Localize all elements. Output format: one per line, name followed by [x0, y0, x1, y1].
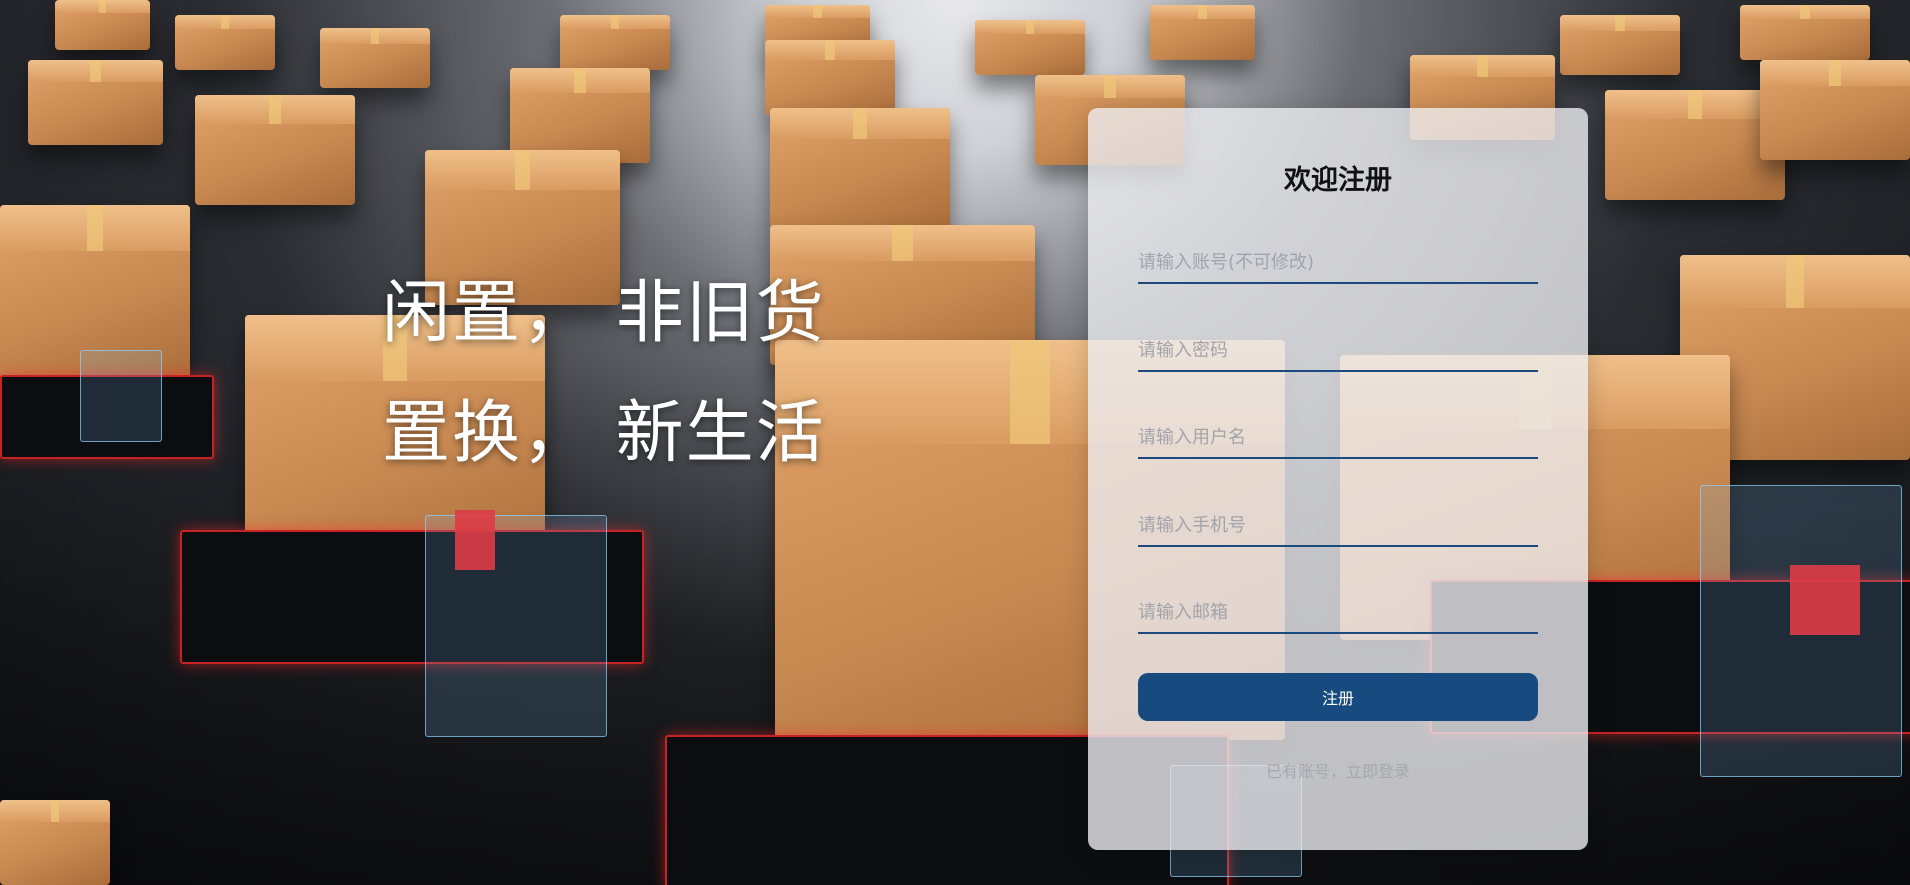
background-hologram — [80, 350, 162, 442]
background-box — [1605, 90, 1785, 200]
warehouse-background-image — [0, 0, 1910, 885]
slogan: 闲置， 非旧货 置换， 新生活 — [382, 254, 826, 494]
background-box — [560, 15, 670, 70]
register-title: 欢迎注册 — [1284, 165, 1392, 196]
register-card: 欢迎注册 注册 已有账号，立即登录 — [1088, 108, 1588, 850]
register-button[interactable]: 注册 — [1138, 673, 1538, 721]
email-field — [1138, 592, 1538, 634]
email-input[interactable] — [1138, 592, 1538, 632]
background-box — [510, 68, 650, 163]
phone-field — [1138, 505, 1538, 547]
background-box — [195, 95, 355, 205]
background-box — [765, 40, 895, 115]
background-box — [975, 20, 1085, 75]
background-box — [0, 800, 110, 885]
background-accent — [1790, 565, 1860, 635]
background-hologram — [425, 515, 607, 737]
background-box — [1740, 5, 1870, 60]
username-field — [1138, 417, 1538, 459]
background-box — [175, 15, 275, 70]
password-field — [1138, 330, 1538, 372]
username-input[interactable] — [1138, 417, 1538, 457]
background-box — [770, 108, 950, 228]
background-box — [320, 28, 430, 88]
slogan-line-2: 置换， 新生活 — [382, 394, 826, 473]
background-box — [55, 0, 150, 50]
background-box — [28, 60, 163, 145]
background-accent — [455, 510, 495, 570]
password-input[interactable] — [1138, 330, 1538, 370]
background-box — [1760, 60, 1910, 160]
slogan-line-1: 闲置， 非旧货 — [382, 274, 826, 353]
account-field — [1138, 242, 1538, 284]
login-link[interactable]: 已有账号，立即登录 — [1088, 758, 1588, 782]
account-input[interactable] — [1138, 242, 1538, 282]
background-box — [1150, 5, 1255, 60]
phone-input[interactable] — [1138, 505, 1538, 545]
background-box — [1560, 15, 1680, 75]
register-page: 闲置， 非旧货 置换， 新生活 欢迎注册 注册 已有账号，立即登录 — [0, 0, 1910, 885]
